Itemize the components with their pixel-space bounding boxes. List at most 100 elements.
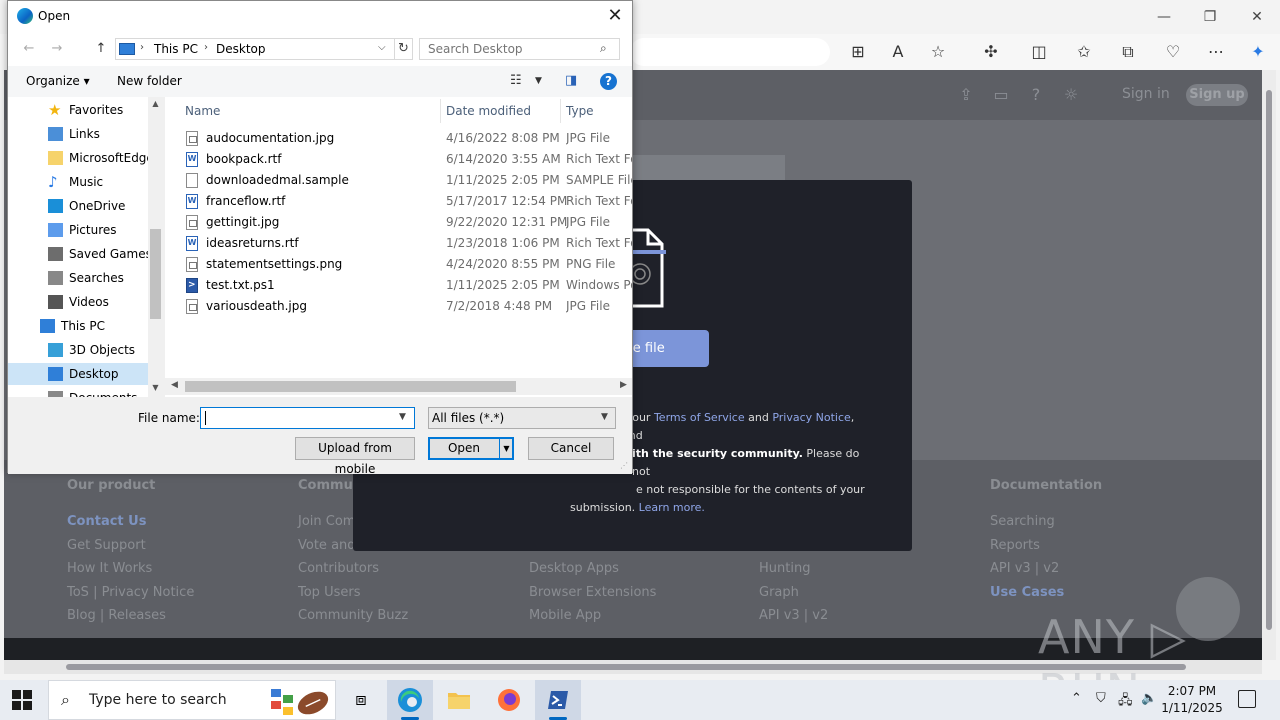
taskbar-clock[interactable]: 2:07 PM 1/11/2025 <box>1160 683 1224 717</box>
theme-toggle-icon[interactable]: ☼ <box>1060 84 1082 106</box>
task-view-icon[interactable]: ⧈ <box>338 680 384 720</box>
more-menu-icon[interactable]: ⋯ <box>1203 40 1229 64</box>
browser-essentials-icon[interactable]: ♡ <box>1160 40 1186 64</box>
taskbar-file-explorer[interactable] <box>436 680 482 720</box>
scroll-down-icon[interactable]: ▼ <box>150 383 161 392</box>
footer-link[interactable]: ToS | Privacy Notice <box>67 581 194 605</box>
file-row[interactable]: ideasreturns.rtf 1/23/2018 1:06 PM Rich Te… <box>183 233 632 254</box>
chevron-down-icon[interactable]: ⌵ <box>378 42 386 53</box>
footer-link[interactable]: Get Support <box>67 534 194 558</box>
nav-item-saved-games[interactable]: Saved Games <box>8 243 152 265</box>
footer-link[interactable]: How It Works <box>67 557 194 581</box>
taskbar-firefox[interactable] <box>486 680 532 720</box>
view-options-icon[interactable]: ☷ <box>510 73 522 88</box>
footer-link[interactable]: Desktop Apps <box>529 557 656 581</box>
footer-link[interactable]: Contributors <box>298 557 408 581</box>
file-row[interactable]: audocumentation.jpg 4/16/2022 8:08 PM JPG … <box>183 128 632 149</box>
file-row[interactable]: gettingit.jpg 9/22/2020 12:31 PM JPG File <box>183 212 632 233</box>
copilot-icon[interactable]: ✦ <box>1245 40 1271 64</box>
footer-link[interactable]: Community Buzz <box>298 604 408 628</box>
sign-up-button[interactable]: Sign up <box>1186 84 1248 106</box>
new-folder-button[interactable]: New folder <box>117 74 182 88</box>
nav-item-videos[interactable]: Videos <box>8 291 148 313</box>
upload-from-mobile-button[interactable]: Upload from mobile <box>295 437 415 476</box>
footer-link[interactable]: Use Cases <box>990 581 1102 605</box>
read-aloud-icon[interactable]: A <box>885 40 911 64</box>
file-list-horizontal-scrollbar[interactable]: ◀ ▶ <box>165 378 632 395</box>
file-name-combobox[interactable]: ▼ <box>200 407 415 429</box>
notification-icon[interactable] <box>1238 690 1256 708</box>
footer-link[interactable]: Searching <box>990 510 1102 534</box>
file-row[interactable]: statementsettings.png 4/24/2020 8:55 PM PN… <box>183 254 632 275</box>
cancel-button[interactable]: Cancel <box>528 437 614 460</box>
organize-button[interactable]: Organize ▾ <box>26 74 90 88</box>
nav-item-documents[interactable]: Documents <box>8 387 148 397</box>
resize-grip-icon[interactable]: ⋰ <box>620 461 630 471</box>
open-button[interactable]: Open ▼ <box>428 437 514 460</box>
footer-link[interactable]: Reports <box>990 534 1102 558</box>
footer-link[interactable]: Contact Us <box>67 510 194 534</box>
taskbar-edge[interactable] <box>387 680 433 720</box>
nav-item-links[interactable]: Links <box>8 123 148 145</box>
breadcrumb-desktop[interactable]: Desktop <box>216 42 266 56</box>
forward-arrow-icon[interactable]: → <box>48 40 66 58</box>
nav-item-pictures[interactable]: Pictures <box>8 219 148 241</box>
search-box[interactable]: ⌕ <box>419 38 620 60</box>
taskbar-powershell[interactable] <box>535 680 581 720</box>
file-row[interactable]: variousdeath.jpg 7/2/2018 4:48 PM JPG File <box>183 296 632 317</box>
footer-link[interactable]: Mobile App <box>529 604 656 628</box>
breadcrumb[interactable]: › This PC › Desktop ⌵ ↻ <box>115 38 413 60</box>
address-bar[interactable] <box>630 38 830 66</box>
footer-link[interactable]: Hunting <box>759 557 828 581</box>
restore-icon[interactable]: ❐ <box>1196 6 1224 28</box>
split-screen-icon[interactable]: ◫ <box>1026 40 1052 64</box>
footer-link[interactable]: API v3 | v2 <box>990 557 1102 581</box>
windows-start-icon[interactable] <box>12 690 32 710</box>
help-icon[interactable]: ? <box>1025 84 1047 106</box>
network-icon[interactable]: 🖧 <box>1118 691 1133 713</box>
nav-pane-scrollbar[interactable]: ▲ ▼ <box>148 97 163 397</box>
consent-link[interactable]: Learn more. <box>639 501 705 514</box>
collections-icon[interactable]: ⧉ <box>1115 40 1141 64</box>
taskbar-search[interactable]: ⌕ Type here to search <box>48 680 336 720</box>
nav-item-music[interactable]: ♪ Music <box>8 171 148 193</box>
footer-link[interactable]: Blog | Releases <box>67 604 194 628</box>
extensions-icon[interactable]: ✣ <box>978 40 1004 64</box>
preview-pane-icon[interactable]: ◨ <box>565 73 577 88</box>
upload-icon[interactable]: ⇪ <box>955 84 977 106</box>
scroll-up-icon[interactable]: ▲ <box>150 99 161 108</box>
scroll-right-icon[interactable]: ▶ <box>620 380 627 390</box>
nav-item-favorites[interactable]: ★ Favorites <box>8 99 148 121</box>
nav-item-3d-objects[interactable]: 3D Objects <box>8 339 148 361</box>
chevron-down-icon[interactable]: ▼ <box>399 412 406 422</box>
up-arrow-icon[interactable]: ↑ <box>92 40 110 58</box>
chevron-down-icon[interactable]: ▼ <box>601 412 608 422</box>
sign-in-link[interactable]: Sign in <box>1122 86 1170 102</box>
refresh-icon[interactable]: ↻ <box>394 39 412 59</box>
footer-link[interactable]: Top Users <box>298 581 408 605</box>
footer-link[interactable]: Browser Extensions <box>529 581 656 605</box>
footer-link[interactable]: Graph <box>759 581 828 605</box>
column-date-modified[interactable]: Date modified <box>446 104 531 118</box>
nav-item-this-pc[interactable]: This PC <box>8 315 148 337</box>
column-type[interactable]: Type <box>566 104 594 118</box>
footer-link[interactable]: API v3 | v2 <box>759 604 828 628</box>
chat-icon[interactable]: ▭ <box>990 84 1012 106</box>
close-icon[interactable]: ✕ <box>1243 6 1271 28</box>
file-row[interactable]: downloadedmal.sample 1/11/2025 2:05 PM SAM… <box>183 170 632 191</box>
nav-item-microsoftedge[interactable]: MicrosoftEdge <box>8 147 154 169</box>
file-row[interactable]: franceflow.rtf 5/17/2017 12:54 PMRich Tex… <box>183 191 632 212</box>
nav-item-desktop[interactable]: Desktop <box>8 363 148 385</box>
back-arrow-icon[interactable]: ← <box>20 40 38 58</box>
favorites-icon[interactable]: ✩ <box>1071 40 1097 64</box>
chevron-down-icon[interactable]: ▼ <box>535 76 542 86</box>
file-row[interactable]: test.txt.ps1 1/11/2025 2:05 PM Windows Pow… <box>183 275 632 296</box>
dialog-close-button[interactable]: ✕ <box>602 4 628 28</box>
volume-icon[interactable]: 🔈 <box>1141 691 1157 706</box>
chevron-up-icon[interactable]: ⌃ <box>1071 691 1082 706</box>
security-icon[interactable]: ⛉ <box>1096 691 1106 706</box>
file-row[interactable]: bookpack.rtf 6/14/2020 3:55 AM Rich Text F… <box>183 149 632 170</box>
file-name-input[interactable] <box>201 408 396 428</box>
search-input[interactable] <box>420 39 595 59</box>
nav-item-searches[interactable]: Searches <box>8 267 148 289</box>
